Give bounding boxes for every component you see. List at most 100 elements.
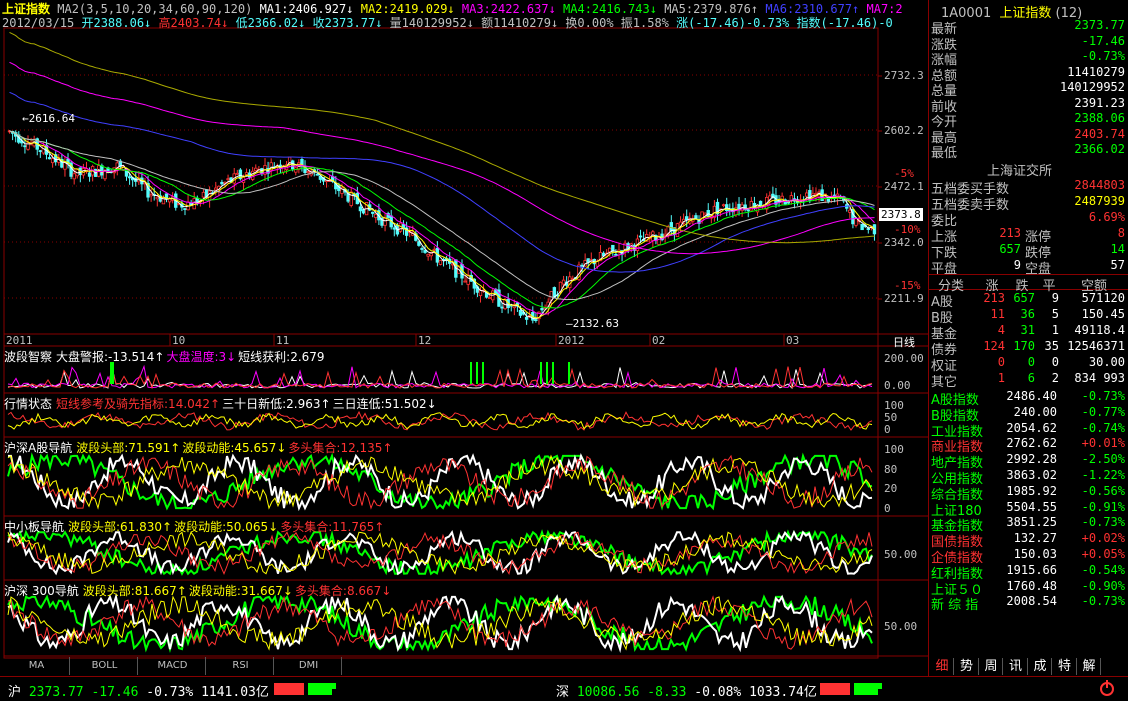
tab-boll[interactable]: BOLL [72, 657, 138, 675]
candle-body [220, 181, 224, 185]
indicator-title-1: 波段智察 大盘警报:-13.514↑ 大盘温度:3↓ 短线获利:2.679 [4, 348, 327, 365]
table-cell: 5 [1051, 307, 1059, 321]
candle-body [638, 235, 643, 238]
indicator-value: 短线参考及骑先指标:14.042↑ [56, 397, 221, 411]
candle-body [358, 206, 363, 212]
index-row[interactable]: 上证５０ 1760.48 -0.90% [929, 578, 1128, 598]
tab-ma[interactable]: MA [4, 657, 70, 675]
table-cell: 35 [1044, 339, 1059, 353]
order-row: 五档委卖手数 2487939 [929, 194, 1128, 213]
candle-body [349, 191, 353, 206]
quote-value: 2403.74 [1074, 126, 1125, 141]
sh-label: 沪 [8, 685, 22, 700]
quote-row: 涨跌 -17.46 [929, 34, 1128, 53]
alert-icon[interactable] [1100, 680, 1114, 696]
index-row[interactable]: 工业指数 2054.62 -0.74% [929, 421, 1128, 440]
sh-quote[interactable]: 沪 2373.77 -17.46 -0.73% 1141.03亿 [8, 681, 269, 700]
indicator-value: 三十日新低:2.963↑ [222, 397, 331, 411]
quote-value: 2373.77 [1074, 18, 1125, 32]
info-index: 指数(-17.46)-0 [796, 16, 893, 30]
index-percent: -0.91% [1081, 499, 1125, 514]
candle-body [814, 192, 818, 195]
tab-rsi[interactable]: RSI [208, 657, 274, 675]
signal-bar [540, 362, 542, 384]
info-open: 开2388.06↓ [81, 16, 152, 30]
order-row: 五档委买手数 2844803 [929, 178, 1128, 197]
indicator-axis-label: 0.00 [884, 379, 911, 392]
index-value: 240.00 [1013, 404, 1057, 419]
index-row[interactable]: A股指数 2486.40 -0.73% [929, 389, 1128, 408]
tab-dmi[interactable]: DMI [276, 657, 342, 675]
low-marker-label: —2132.63 [566, 317, 619, 330]
quote-row: 今开 2388.06 [929, 111, 1128, 130]
index-row[interactable]: 地产指数 2992.28 -2.50% [929, 452, 1128, 471]
period-label[interactable]: 日线 [893, 334, 915, 350]
index-value: 5504.55 [1006, 499, 1057, 514]
panel-tab[interactable]: 成 [1029, 658, 1052, 675]
indicator-value: 波段头部:71.591↑ [76, 441, 181, 455]
table-header: 分类涨跌平空额 [929, 274, 1128, 294]
indicator-value: 大盘温度:3↓ [166, 350, 237, 364]
sz-amount: 1033.74亿 [749, 685, 817, 700]
index-percent: -2.50% [1081, 452, 1125, 467]
signal-bar [568, 362, 570, 384]
panel-tab[interactable]: 讯 [1005, 658, 1028, 675]
index-row[interactable]: 新 综 指 2008.54 -0.73% [929, 594, 1128, 613]
price-tick-label: 2732.3 [884, 69, 924, 82]
price-tick-label: 2472.1 [884, 180, 924, 193]
time-tick-label: 03 [786, 334, 800, 347]
table-row: 权证 0 0 0 30.00 [929, 355, 1128, 374]
index-row[interactable]: 国债指数 132.27 +0.02% [929, 531, 1128, 550]
index-value: 132.27 [1013, 531, 1057, 546]
candle-body [463, 280, 467, 283]
index-row[interactable]: 商业指数 2762.62 +0.01% [929, 436, 1128, 455]
candle-body [561, 279, 566, 285]
sh-amount: 1141.03亿 [201, 685, 269, 700]
candle-body [848, 209, 852, 213]
indicator-axis-label: 50.00 [884, 548, 918, 562]
candle-body [438, 260, 443, 265]
index-row[interactable]: 上证180 5504.55 -0.91% [929, 499, 1128, 519]
exchange-name: 上海证交所 [987, 164, 1053, 179]
index-row[interactable]: 红利指数 1915.66 -0.54% [929, 563, 1128, 582]
sh-percent: -0.73% [146, 685, 194, 700]
time-tick-label: 11 [276, 334, 290, 347]
panel-tab[interactable]: 势 [956, 658, 979, 675]
candle-body [500, 306, 504, 309]
order-row: 委比 6.69% [929, 210, 1128, 229]
panel-tab[interactable]: 特 [1054, 658, 1077, 675]
index-row[interactable]: B股指数 240.00 -0.77% [929, 404, 1128, 424]
panel-tab[interactable]: 周 [980, 658, 1003, 675]
breadth-value: 57 [1110, 258, 1125, 272]
indicator-value: 波段头部:61.830↑ [68, 520, 173, 534]
sz-quote[interactable]: 深 10086.56 -8.33 -0.08% 1033.74亿 [556, 681, 817, 700]
quote-row: 最新 2373.77 [929, 18, 1128, 37]
candle-body [518, 309, 523, 316]
sh-price: 2373.77 [28, 685, 84, 700]
quote-row: 最高 2403.74 [929, 126, 1128, 146]
breadth-value: 213 [999, 226, 1021, 240]
index-row[interactable]: 企债指数 150.03 +0.05% [929, 547, 1128, 566]
index-row[interactable]: 基金指数 3851.25 -0.73% [929, 515, 1128, 534]
candle-body [226, 178, 230, 181]
index-percent: -1.22% [1081, 468, 1125, 482]
pct-tick-label: -10% [894, 223, 921, 236]
indicator-value: 大盘警报:-13.514↑ [56, 350, 165, 364]
tab-macd[interactable]: MACD [140, 657, 206, 675]
chart-panel[interactable]: 上证指数 MA2(3,5,10,20,34,60,90,120) MA1:240… [0, 0, 928, 676]
panel-tab[interactable]: 解 [1078, 658, 1101, 675]
panel-tab[interactable]: 细 [931, 658, 954, 675]
candle-body [685, 216, 689, 221]
breadth-value: 9 [1013, 258, 1021, 272]
table-cell: 4 [997, 323, 1005, 337]
indicator-value: 多头集合:12.135↑ [288, 441, 393, 455]
breadth-row: 上涨 213 涨停 8 [929, 226, 1128, 245]
candle-body [721, 204, 726, 207]
indicator-title-5: 沪深 300导航 波段头部:81.667↑ 波段动能:31.667↓ 多头集合:8.6… [4, 582, 393, 599]
order-value: 6.69% [1088, 210, 1125, 224]
index-row[interactable]: 综合指数 1985.92 -0.56% [929, 484, 1128, 503]
indicator-axis-label: 20 [884, 482, 898, 496]
info-high: 高2403.74↓ [158, 16, 229, 30]
index-row[interactable]: 公用指数 3863.02 -1.22% [929, 468, 1128, 487]
index-percent: -0.90% [1081, 578, 1125, 593]
